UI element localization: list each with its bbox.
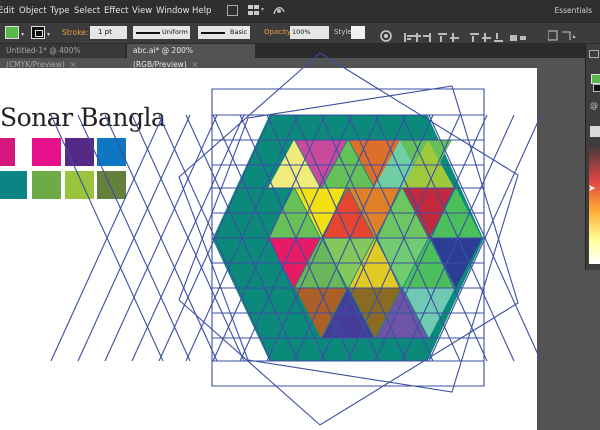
color-mode-icon[interactable]: @ <box>590 101 598 110</box>
out-of-gamut-icon[interactable] <box>590 126 600 137</box>
cursor-icon: ➤ <box>588 184 596 194</box>
panel-fill-swatch[interactable] <box>591 74 600 84</box>
panel-menu-icon[interactable] <box>589 50 599 58</box>
artwork-canvas[interactable] <box>0 0 600 430</box>
color-spectrum[interactable] <box>589 144 600 264</box>
panel-stroke-swatch[interactable] <box>593 84 600 92</box>
color-panel: @ ➤ <box>585 44 600 270</box>
